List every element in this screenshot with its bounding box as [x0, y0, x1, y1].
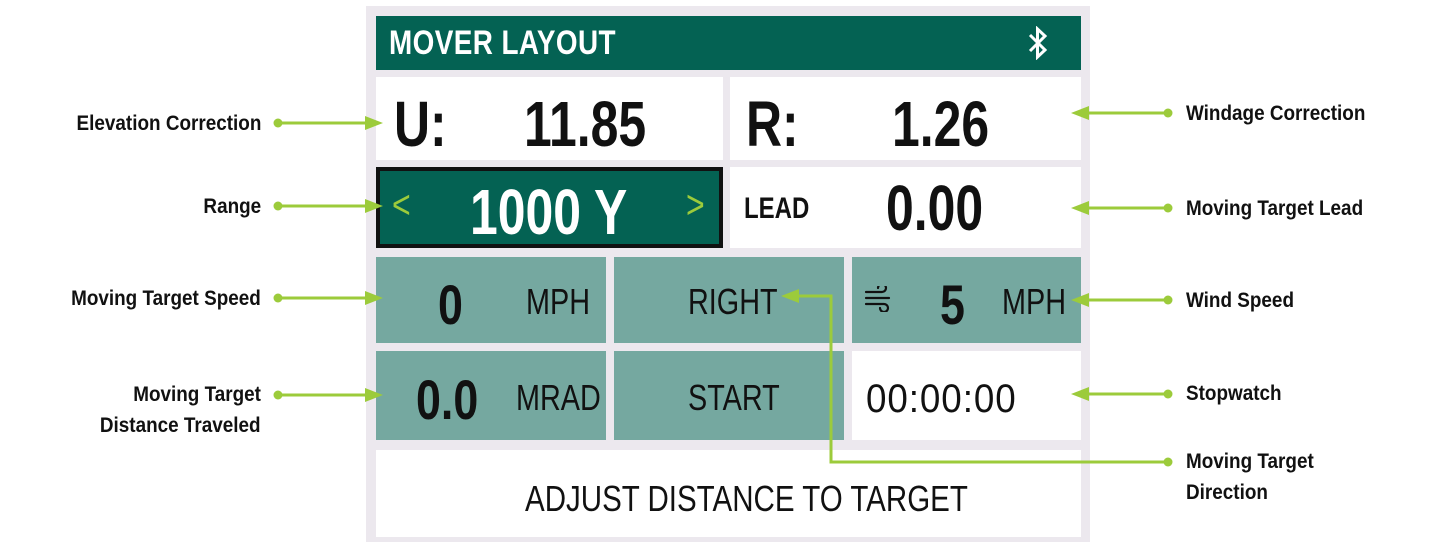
- annotation-target-speed: Moving Target Speed: [71, 287, 261, 310]
- annotation-distance-line1: Moving Target: [133, 383, 261, 406]
- target-speed-unit: MPH: [526, 281, 590, 322]
- elevation-value: 11.85: [524, 88, 647, 160]
- distance-unit: MRAD: [516, 377, 601, 418]
- annotation-direction-line1: Moving Target: [1186, 450, 1314, 473]
- range-prev-chevron-icon[interactable]: <: [392, 183, 411, 228]
- moving-target-speed-button[interactable]: 0 MPH: [376, 257, 606, 343]
- stopwatch-display[interactable]: 00:00:00: [852, 351, 1081, 440]
- lead-label: LEAD: [744, 192, 810, 225]
- wind-speed-button[interactable]: 5 MPH: [852, 257, 1081, 343]
- page-title: MOVER LAYOUT: [389, 24, 616, 62]
- range-selector[interactable]: < 1000 Y >: [376, 167, 723, 248]
- elevation-label: U:: [394, 88, 447, 160]
- target-speed-value: 0: [438, 273, 463, 336]
- direction-button[interactable]: RIGHT: [614, 257, 844, 343]
- distance-value: 0.0: [416, 368, 479, 431]
- wind-speed-value: 5: [940, 273, 965, 336]
- elevation-correction-cell: U: 11.85: [376, 77, 723, 160]
- windage-correction-cell: R: 1.26: [730, 77, 1081, 160]
- lead-value: 0.00: [886, 172, 984, 244]
- start-label: START: [688, 377, 780, 418]
- range-next-chevron-icon[interactable]: >: [686, 183, 705, 228]
- message-bar: ADJUST DISTANCE TO TARGET: [376, 450, 1081, 537]
- range-value: 1000 Y: [470, 176, 628, 248]
- wind-icon: [864, 286, 891, 312]
- wind-speed-unit: MPH: [1002, 281, 1066, 322]
- annotation-stopwatch: Stopwatch: [1186, 382, 1282, 405]
- direction-label: RIGHT: [688, 281, 778, 322]
- moving-target-lead-cell: LEAD 0.00: [730, 167, 1081, 248]
- windage-value: 1.26: [892, 88, 990, 160]
- header-bar: MOVER LAYOUT: [376, 16, 1081, 70]
- status-message: ADJUST DISTANCE TO TARGET: [525, 478, 968, 519]
- annotation-wind: Wind Speed: [1186, 289, 1294, 312]
- annotation-range: Range: [203, 195, 261, 218]
- stopwatch-value: 00:00:00: [866, 377, 1017, 421]
- bluetooth-icon[interactable]: [1026, 26, 1050, 60]
- annotation-windage: Windage Correction: [1186, 102, 1366, 125]
- windage-label: R:: [746, 88, 799, 160]
- annotation-elevation: Elevation Correction: [76, 112, 261, 135]
- distance-traveled-cell[interactable]: 0.0 MRAD: [376, 351, 606, 440]
- start-button[interactable]: START: [614, 351, 844, 440]
- annotation-distance-line2: Distance Traveled: [100, 414, 261, 437]
- annotation-lead: Moving Target Lead: [1186, 197, 1364, 220]
- annotation-direction-line2: Direction: [1186, 481, 1268, 504]
